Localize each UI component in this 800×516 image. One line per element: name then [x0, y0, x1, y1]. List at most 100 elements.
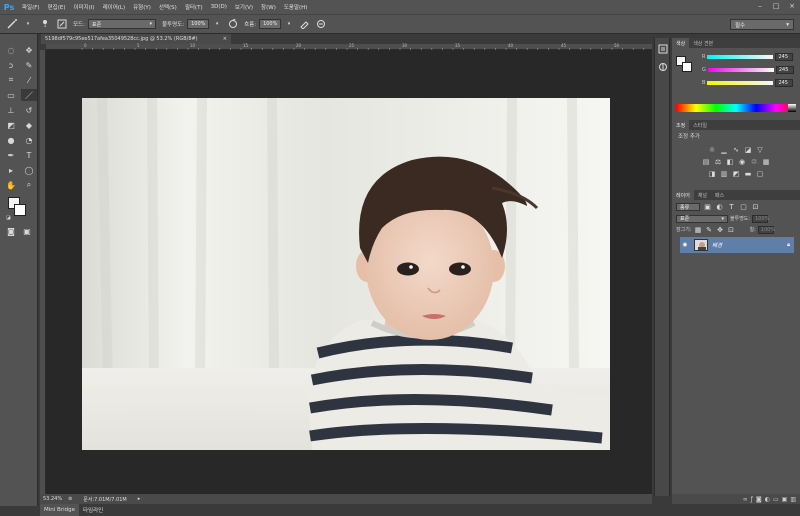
quick-mask-icon[interactable]: ◙: [5, 225, 17, 237]
crop-tool-icon[interactable]: ⌗: [3, 74, 19, 86]
menu-3d[interactable]: 3D(D): [207, 4, 231, 10]
paint-bucket-tool-icon[interactable]: ◆: [21, 119, 37, 131]
clone-stamp-tool-icon[interactable]: ⊥: [3, 104, 19, 116]
brush-preset-icon[interactable]: [6, 18, 18, 30]
color-spectrum-bar[interactable]: [676, 104, 796, 112]
layer-row-background[interactable]: ◉ 배경 🔒︎: [680, 237, 794, 253]
zoom-level[interactable]: 53.24%: [40, 496, 65, 502]
color-panel-swatches[interactable]: [676, 56, 692, 72]
status-menu-arrow-icon[interactable]: ▸: [135, 496, 144, 502]
background-color-swatch[interactable]: [14, 204, 26, 216]
opacity-input[interactable]: 100%: [187, 19, 210, 29]
blue-slider[interactable]: [707, 80, 774, 85]
menu-window[interactable]: 창(W): [257, 3, 280, 11]
brush-dropdown-icon[interactable]: ▾: [22, 18, 34, 30]
workspace-select[interactable]: 필수 ▾: [730, 19, 794, 30]
layer-style-icon[interactable]: ƒ: [751, 496, 753, 503]
tab-mini-bridge[interactable]: Mini Bridge: [40, 504, 79, 516]
history-panel-icon[interactable]: [656, 42, 670, 56]
color-swatches[interactable]: ◪: [6, 197, 36, 221]
type-tool-icon[interactable]: T: [21, 149, 37, 161]
filter-pixel-icon[interactable]: ▣: [703, 203, 712, 212]
eyedropper-tool-icon[interactable]: ⁄: [21, 74, 37, 86]
menu-type[interactable]: 유형(Y): [129, 3, 155, 11]
tab-swatches[interactable]: 색상 견본: [689, 38, 717, 48]
menu-help[interactable]: 도움말(H): [280, 3, 312, 11]
history-brush-tool-icon[interactable]: ↺: [21, 104, 37, 116]
visibility-eye-icon[interactable]: ◉: [680, 242, 690, 248]
exposure-icon[interactable]: ◪: [744, 145, 753, 154]
red-slider[interactable]: [707, 54, 774, 59]
levels-icon[interactable]: ▁: [720, 145, 729, 154]
brush-tool-icon[interactable]: ／: [21, 89, 37, 101]
filter-adjust-icon[interactable]: ◐: [715, 203, 724, 212]
selective-color-icon[interactable]: ▢: [756, 169, 765, 178]
blue-value[interactable]: 245: [775, 78, 794, 87]
adjustment-layer-icon[interactable]: ◐: [765, 496, 770, 503]
pen-tool-icon[interactable]: ✒: [3, 149, 19, 161]
menu-image[interactable]: 이미지(I): [69, 3, 98, 11]
menu-view[interactable]: 보기(V): [231, 3, 257, 11]
dodge-tool-icon[interactable]: ◔: [21, 134, 37, 146]
eraser-tool-icon[interactable]: ◩: [3, 119, 19, 131]
trash-icon[interactable]: ▥: [790, 496, 796, 503]
menu-layer[interactable]: 레이어(L): [99, 3, 130, 11]
blur-tool-icon[interactable]: ●: [3, 134, 19, 146]
hand-tool-icon[interactable]: ✋: [3, 179, 19, 191]
ellipse-tool-icon[interactable]: ◯: [21, 164, 37, 176]
flow-input[interactable]: 100%: [259, 19, 282, 29]
tab-styles[interactable]: 스타일: [689, 120, 711, 130]
minimize-button[interactable]: –: [752, 0, 768, 12]
layer-mask-icon[interactable]: ◙: [756, 496, 762, 503]
lock-position-icon[interactable]: ✥: [716, 225, 725, 234]
fill-value[interactable]: 100%: [757, 225, 775, 234]
blend-mode-select[interactable]: 표준 ▾: [676, 214, 728, 223]
black-white-ramp[interactable]: [788, 104, 796, 112]
hue-saturation-icon[interactable]: ▤: [702, 157, 711, 166]
tab-timeline[interactable]: 타임라인: [79, 504, 107, 516]
airbrush-icon[interactable]: [299, 18, 311, 30]
black-white-icon[interactable]: ◧: [726, 157, 735, 166]
lasso-tool-icon[interactable]: ↄ: [3, 59, 19, 71]
pressure-opacity-icon[interactable]: [227, 18, 239, 30]
invert-icon[interactable]: ◨: [708, 169, 717, 178]
tab-layers[interactable]: 레이어: [672, 190, 694, 200]
filter-smart-icon[interactable]: ⊡: [751, 203, 760, 212]
path-select-tool-icon[interactable]: ▸: [3, 164, 19, 176]
brush-size-picker[interactable]: 1: [38, 18, 52, 30]
background-color-swatch[interactable]: [682, 62, 692, 72]
threshold-icon[interactable]: ◩: [732, 169, 741, 178]
opacity-slider-toggle-icon[interactable]: ▾: [211, 18, 223, 30]
color-balance-icon[interactable]: ⚖: [714, 157, 723, 166]
group-icon[interactable]: ▭: [773, 496, 779, 503]
channel-mixer-icon[interactable]: ♲: [750, 157, 759, 166]
menu-edit[interactable]: 편집(E): [44, 3, 70, 11]
filter-type-icon[interactable]: T: [727, 203, 736, 212]
properties-panel-icon[interactable]: [656, 60, 670, 74]
healing-brush-tool-icon[interactable]: ▭: [3, 89, 19, 101]
layer-opacity-value[interactable]: 100%: [752, 214, 769, 223]
menu-select[interactable]: 선택(S): [155, 3, 181, 11]
tab-adjustments[interactable]: 조정: [672, 120, 690, 130]
close-button[interactable]: ×: [784, 0, 800, 12]
flow-slider-toggle-icon[interactable]: ▾: [283, 18, 295, 30]
vibrance-icon[interactable]: ▽: [756, 145, 765, 154]
close-icon[interactable]: ×: [223, 36, 227, 42]
brightness-icon[interactable]: ☼: [708, 145, 717, 154]
document-photo[interactable]: [82, 98, 610, 450]
lock-all-icon[interactable]: ⊡: [727, 225, 736, 234]
color-lookup-icon[interactable]: ▦: [762, 157, 771, 166]
screen-mode-icon[interactable]: ▣: [21, 225, 33, 237]
canvas-area[interactable]: [46, 50, 652, 494]
status-icon[interactable]: ⊚: [65, 496, 75, 502]
mode-select[interactable]: 표준 ▾: [87, 19, 156, 29]
maximize-button[interactable]: □: [768, 0, 784, 12]
photo-filter-icon[interactable]: ◉: [738, 157, 747, 166]
gradient-map-icon[interactable]: ▬: [744, 169, 753, 178]
menu-file[interactable]: 파일(F): [18, 3, 44, 11]
menu-filter[interactable]: 필터(T): [181, 3, 207, 11]
layer-filter-select[interactable]: 종류: [676, 203, 700, 211]
new-layer-icon[interactable]: ▣: [782, 496, 788, 503]
posterize-icon[interactable]: ▥: [720, 169, 729, 178]
zoom-tool-icon[interactable]: ⌕: [21, 179, 37, 191]
